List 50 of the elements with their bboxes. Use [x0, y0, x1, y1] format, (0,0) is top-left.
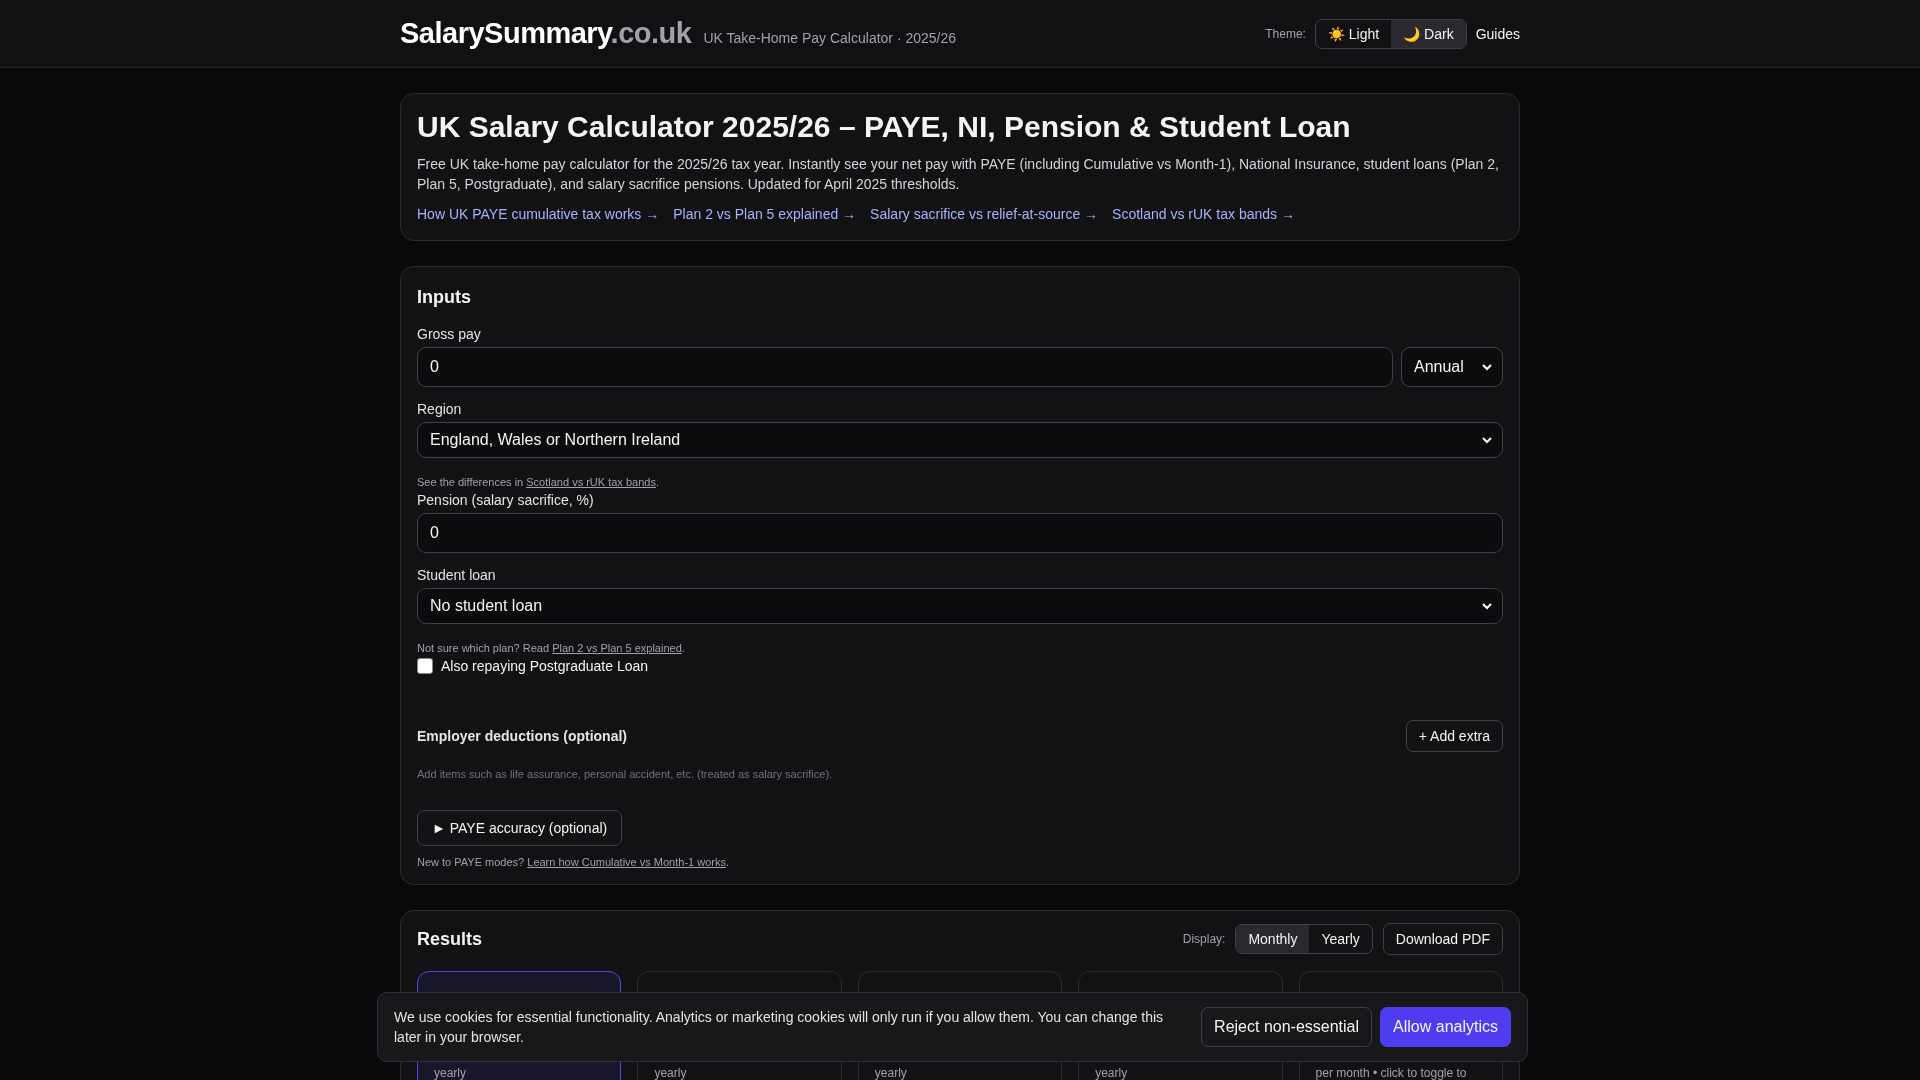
paye-accuracy-toggle[interactable]: ► PAYE accuracy (optional) — [417, 810, 623, 846]
guide-link[interactable]: Plan 2 vs Plan 5 explained → — [673, 206, 857, 222]
field-label: Gross pay — [417, 326, 482, 342]
cookie-text: We use cookies for essential functionality. Analytics or marketing cookies will only run if you allow them. You can change this later in your browser. — [394, 1008, 1165, 1047]
display-toggle[interactable]: Yearly — [1309, 925, 1372, 953]
intro-description: Free UK take-home pay calculator for the 2025/26 tax year. Instantly see your net pay with PAYE (including Cumulative vs Month-1), National Insurance, student loans (Plan 2, Plan 5, Postgraduate), and salary sacrifice pensions. Updated for April 2025 thresholds. — [417, 155, 1500, 194]
site-logo[interactable]: SalarySummary.co.uk — [400, 17, 692, 50]
chevron-down-icon — [1482, 436, 1492, 444]
guide-link[interactable]: Scotland vs rUK tax bands → — [1112, 206, 1295, 222]
hint-text: See the differences in Scotland vs rUK tax bands. — [417, 476, 660, 488]
display-label: Display: — [1182, 932, 1226, 946]
guides-link[interactable]: Guides — [1475, 25, 1520, 42]
section-title: Inputs — [417, 287, 472, 308]
download-pdf-button[interactable]: Download PDF — [1382, 923, 1503, 955]
hint-text: New to PAYE modes? Learn how Cumulative vs Month-1 works. — [417, 856, 731, 868]
guide-link[interactable]: Salary sacrifice vs relief-at-source → — [870, 206, 1099, 222]
theme-toggle[interactable]: ☀ Light — [1315, 19, 1392, 48]
checkbox[interactable] — [417, 658, 433, 674]
reject-button[interactable]: Reject non-essential — [1201, 1007, 1373, 1047]
section-title: Results — [417, 928, 483, 950]
hint-link[interactable]: Scotland vs rUK tax bands — [526, 476, 656, 488]
hint-link[interactable]: Learn how Cumulative vs Month-1 works — [527, 856, 726, 868]
result-caption: yearly — [654, 1067, 688, 1079]
page-title: UK Salary Calculator 2025/26 – PAYE, NI, Pension & Student Loan — [417, 110, 1352, 144]
field-label: Pension (salary sacrifice, %) — [417, 492, 595, 508]
student-loan-select[interactable]: No student loan — [417, 588, 1503, 624]
theme-label: Theme: — [1265, 26, 1306, 41]
chevron-down-icon — [1482, 363, 1492, 371]
result-caption: per month • click to toggle to — [1315, 1067, 1468, 1079]
pension-field[interactable]: 0 — [417, 513, 1503, 553]
result-caption: yearly — [434, 1067, 467, 1079]
chevron-down-icon — [1482, 602, 1492, 610]
display-toggle[interactable]: Monthly — [1236, 925, 1310, 953]
gross-pay-field[interactable]: 0 — [417, 347, 1393, 387]
tagline: UK Take-Home Pay Calculator · 2025/26 — [703, 30, 957, 46]
employer-description: Add items such as life assurance, personal accident, etc. (treated as salary sacrifice). — [417, 768, 834, 780]
field-label: Region — [417, 401, 463, 417]
add-extra-button[interactable]: + Add extra — [1405, 720, 1503, 752]
region-select[interactable]: England, Wales or Northern Ireland — [417, 422, 1503, 458]
hint-link[interactable]: Plan 2 vs Plan 5 explained — [552, 642, 682, 654]
allow-analytics-button[interactable]: Allow analytics — [1380, 1007, 1511, 1047]
period-select[interactable]: Annual — [1401, 347, 1503, 387]
result-caption: yearly — [874, 1067, 908, 1079]
hint-text: Not sure which plan? Read Plan 2 vs Plan 5 explained. — [417, 642, 686, 654]
theme-toggle[interactable]: 🌙 Dark — [1391, 19, 1466, 48]
checkbox-label: Also repaying Postgraduate Loan — [441, 658, 649, 674]
result-caption: yearly — [1095, 1067, 1129, 1079]
subsection-title: Employer deductions (optional) — [417, 728, 627, 744]
guide-link[interactable]: How UK PAYE cumulative tax works → — [417, 206, 660, 222]
field-label: Student loan — [417, 567, 497, 583]
